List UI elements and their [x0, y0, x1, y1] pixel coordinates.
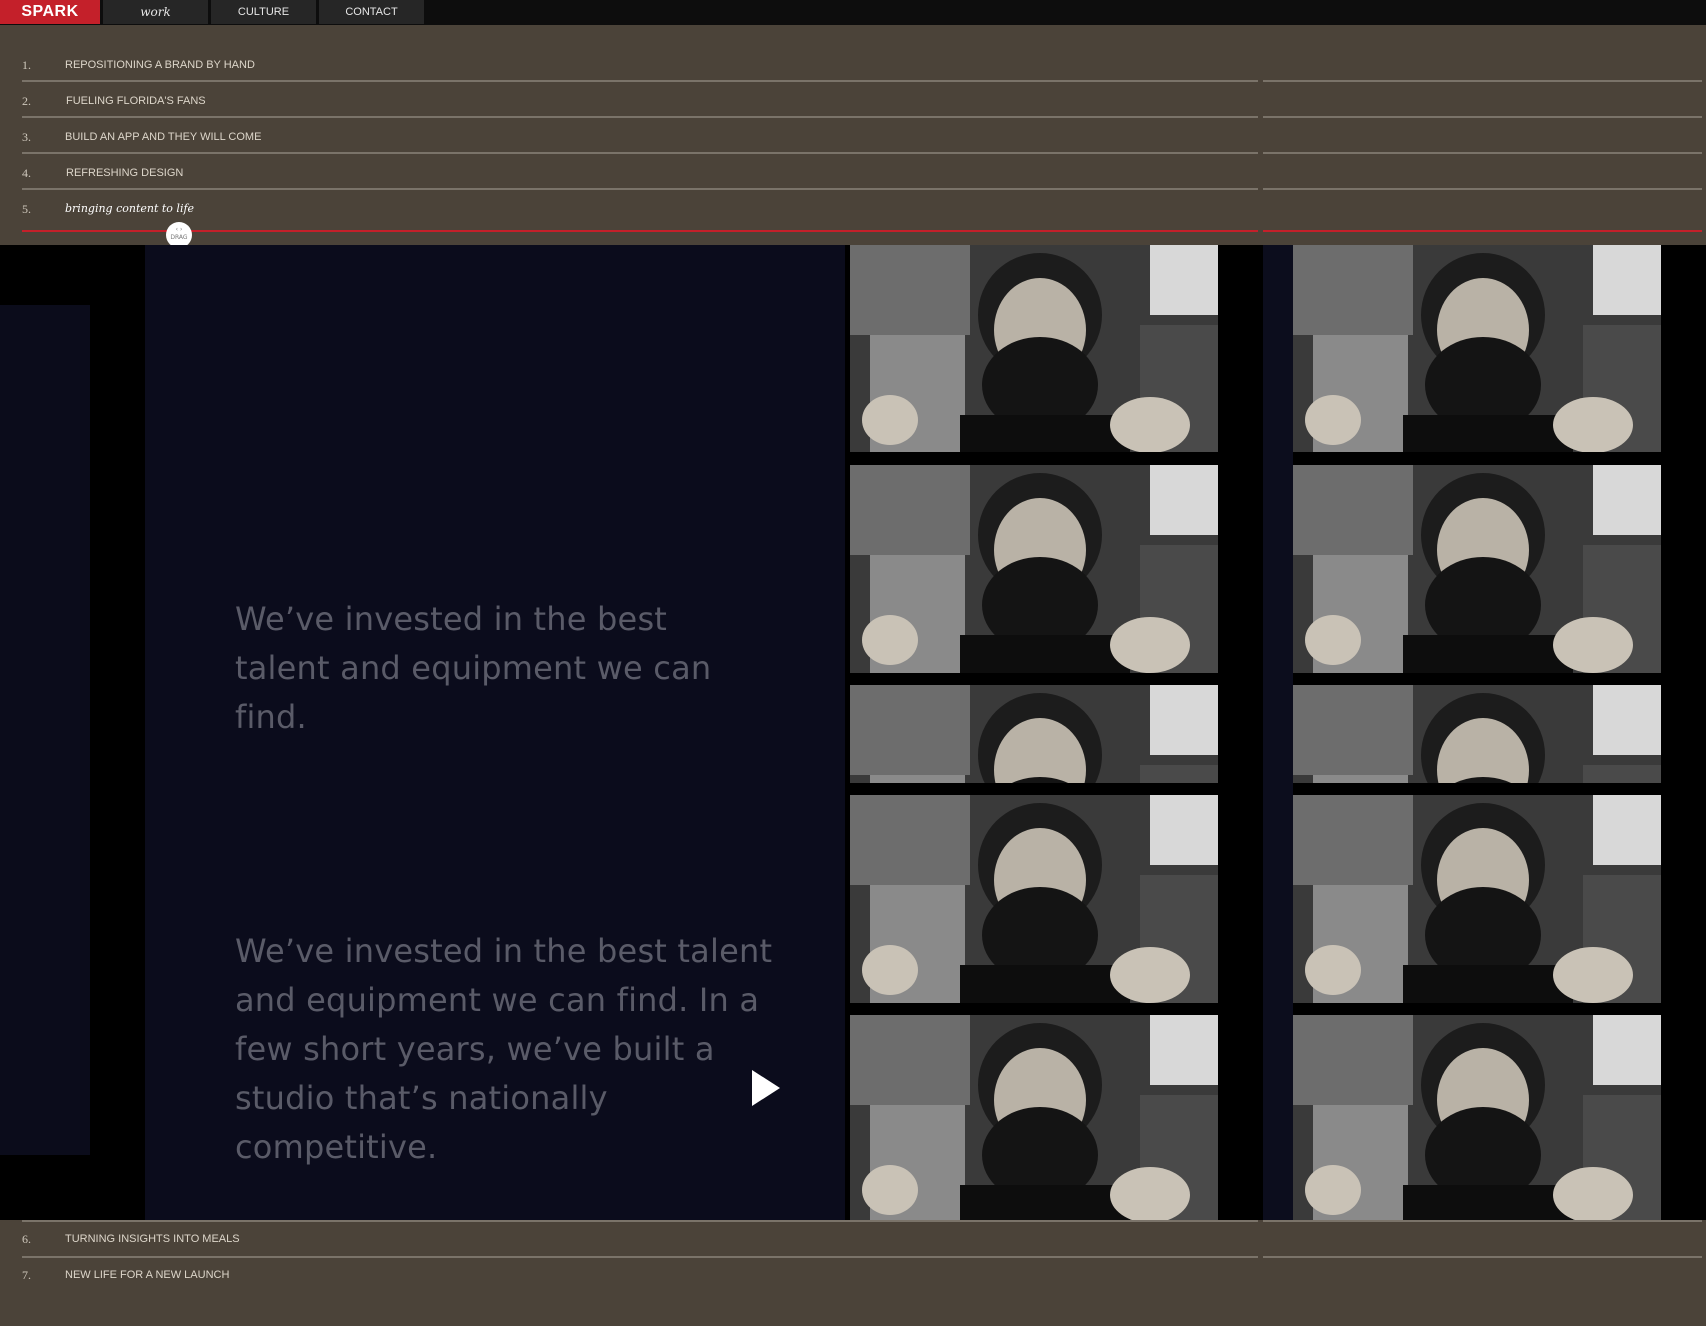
- project-title[interactable]: TURNING INSIGHTS INTO MEALS: [65, 1230, 240, 1248]
- project-number: 1.: [22, 58, 31, 72]
- nav-culture[interactable]: CULTURE: [211, 0, 316, 24]
- divider: [22, 1256, 1702, 1258]
- video-thumbnail[interactable]: [1293, 245, 1661, 452]
- divider: [22, 116, 1702, 118]
- project-number: 3.: [22, 130, 31, 144]
- project-title[interactable]: NEW LIFE FOR A NEW LAUNCH: [65, 1266, 229, 1284]
- project-item-1[interactable]: 1. REPOSITIONING A BRAND BY HAND: [22, 56, 1702, 90]
- play-icon[interactable]: [752, 1070, 780, 1106]
- project-title[interactable]: FUELING FLORIDA'S FANS: [66, 92, 206, 110]
- video-thumbnail[interactable]: [1293, 465, 1661, 673]
- project-item-3[interactable]: 3. BUILD AN APP AND THEY WILL COME: [22, 128, 1702, 162]
- project-title[interactable]: REFRESHING DESIGN: [66, 164, 183, 182]
- showcase: We’ve invested in the best talent and eq…: [0, 245, 1706, 1220]
- active-divider: [22, 230, 1702, 232]
- divider: [22, 1220, 1702, 1222]
- project-list: 1. REPOSITIONING A BRAND BY HAND 2. FUEL…: [0, 25, 1706, 245]
- quote-short: We’ve invested in the best talent and eq…: [235, 600, 712, 736]
- video-thumbnail[interactable]: [1293, 685, 1661, 783]
- video-thumbnail[interactable]: [850, 465, 1218, 673]
- video-thumbnail[interactable]: [1293, 795, 1661, 1003]
- video-thumbnail[interactable]: [850, 245, 1218, 452]
- project-title[interactable]: BUILD AN APP AND THEY WILL COME: [65, 128, 261, 146]
- video-thumbnail[interactable]: [850, 685, 1218, 783]
- nav-contact[interactable]: CONTACT: [319, 0, 424, 24]
- project-number: 7.: [22, 1268, 31, 1282]
- project-number: 4.: [22, 166, 31, 180]
- quote-long: We’ve invested in the best talent and eq…: [235, 932, 773, 1166]
- drag-label: DRAG: [170, 234, 188, 241]
- project-item-2[interactable]: 2. FUELING FLORIDA'S FANS: [22, 92, 1702, 126]
- project-title[interactable]: bringing content to life: [65, 200, 194, 218]
- project-number: 2.: [22, 94, 31, 108]
- previous-slide-peek[interactable]: [0, 305, 90, 1155]
- project-title[interactable]: REPOSITIONING A BRAND BY HAND: [65, 56, 255, 74]
- drag-arrows-icon: ‹ ›: [175, 226, 183, 233]
- text-panel: We’ve invested in the best talent and eq…: [145, 245, 845, 1220]
- divider: [22, 80, 1702, 82]
- project-list-continued: 6. TURNING INSIGHTS INTO MEALS 7. NEW LI…: [0, 1220, 1706, 1326]
- project-item-4[interactable]: 4. REFRESHING DESIGN: [22, 164, 1702, 198]
- top-nav: SPARK work CULTURE CONTACT: [0, 0, 1706, 25]
- project-item-7[interactable]: 7. NEW LIFE FOR A NEW LAUNCH: [22, 1256, 1702, 1300]
- gutter: [1263, 245, 1293, 1220]
- project-number: 6.: [22, 1232, 31, 1246]
- video-thumbnail[interactable]: [1293, 1015, 1661, 1220]
- project-number: 5.: [22, 202, 31, 216]
- nav-work[interactable]: work: [103, 0, 208, 24]
- divider: [22, 188, 1702, 190]
- spark-logo[interactable]: SPARK: [0, 0, 100, 24]
- project-item-5-active[interactable]: 5. bringing content to life: [22, 200, 1702, 234]
- video-thumbnail[interactable]: [850, 795, 1218, 1003]
- divider: [22, 152, 1702, 154]
- video-thumbnail[interactable]: [850, 1015, 1218, 1220]
- project-item-6[interactable]: 6. TURNING INSIGHTS INTO MEALS: [22, 1220, 1702, 1264]
